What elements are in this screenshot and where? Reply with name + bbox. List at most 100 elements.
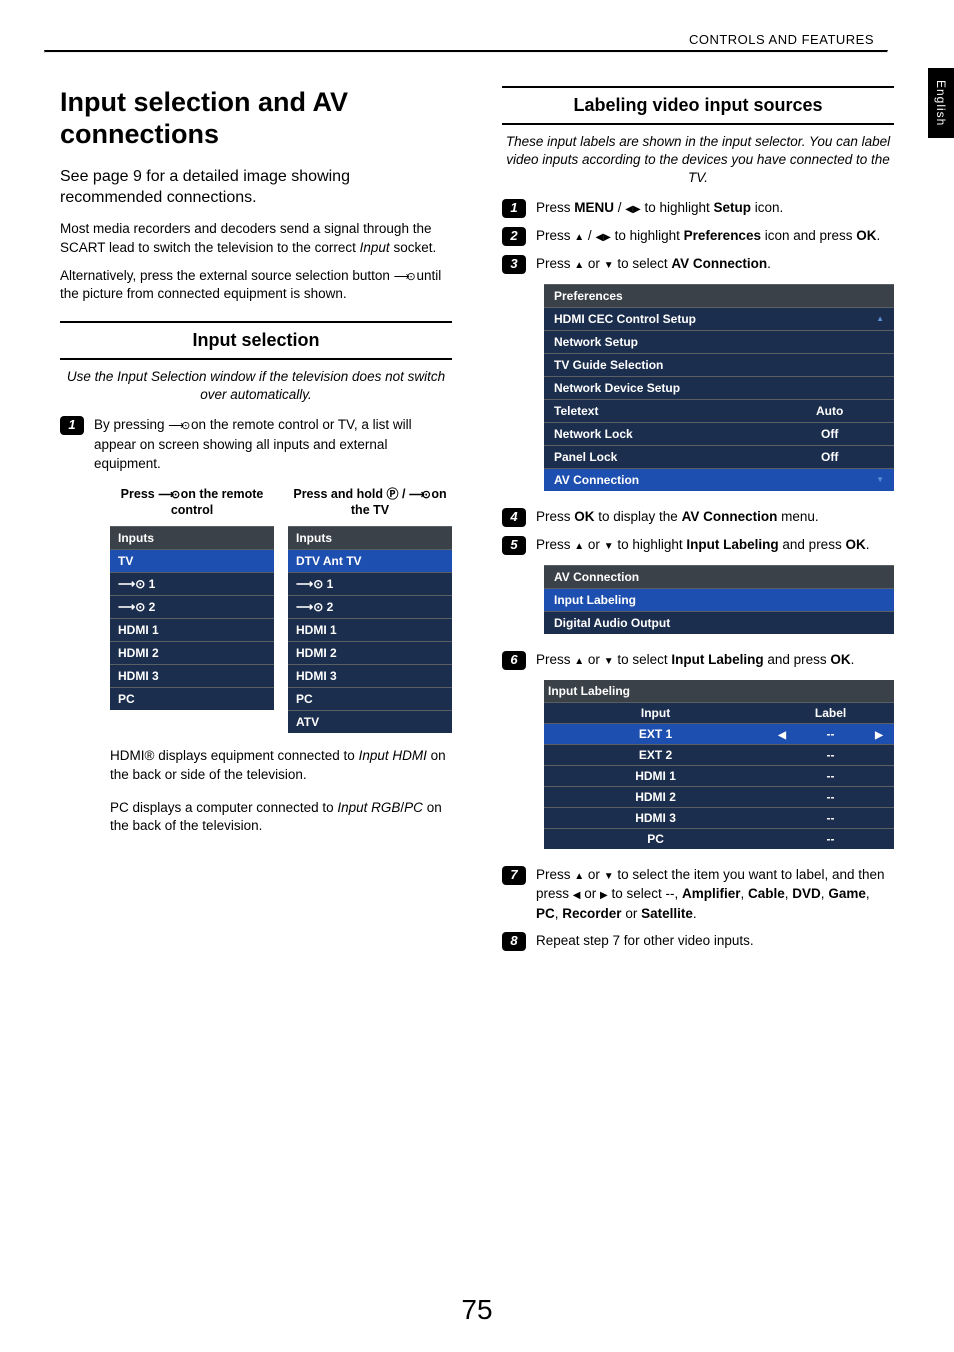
- table-row: TV: [110, 549, 274, 572]
- down-icon: [604, 865, 614, 885]
- right-icon: [600, 884, 608, 904]
- il-title: Input Labeling: [544, 680, 894, 703]
- il-col-input: Input: [544, 702, 767, 723]
- inputs-table-left: Inputs TV ⟶⊙ 1 ⟶⊙ 2 HDMI 1 HDMI 2 HDMI 3…: [110, 526, 274, 710]
- step-badge: 1: [60, 416, 84, 435]
- pref-title: Preferences: [544, 284, 894, 307]
- right-icon: [875, 727, 883, 741]
- right-step-2: 2 Press / to highlight Preferences icon …: [502, 226, 894, 246]
- inputs-table-right: Inputs DTV Ant TV ⟶⊙ 1 ⟶⊙ 2 HDMI 1 HDMI …: [288, 526, 452, 733]
- pref-row: HDMI CEC Control Setup: [544, 307, 793, 330]
- right-step-7: 7 Press or to select the item you want t…: [502, 865, 894, 924]
- down-icon: [604, 535, 614, 555]
- page-number: 75: [0, 1294, 954, 1326]
- header-rule: [44, 50, 888, 53]
- preferences-menu: Preferences HDMI CEC Control Setup▲ Netw…: [544, 284, 894, 491]
- left-column: Input selection and AV connections See p…: [60, 86, 452, 959]
- table-row: ⟶⊙ 2: [288, 595, 452, 618]
- step-badge: 8: [502, 932, 526, 951]
- p-icon: [386, 486, 398, 503]
- right-step-8: 8 Repeat step 7 for other video inputs.: [502, 931, 894, 951]
- left-icon: [625, 198, 633, 218]
- input-col-left: Press on the remote control Inputs TV ⟶⊙…: [110, 486, 274, 733]
- language-tab: English: [928, 68, 954, 138]
- step-badge: 5: [502, 536, 526, 555]
- il-row: HDMI 1: [544, 765, 767, 786]
- input-col-right: Press and hold / on the TV Inputs DTV An…: [288, 486, 452, 733]
- down-icon: [604, 254, 614, 274]
- step-text: Press or to select Input Labeling and pr…: [536, 650, 854, 670]
- input-selection-heading: Input selection: [60, 321, 452, 360]
- up-icon: [574, 226, 584, 246]
- text: Alternatively, press the external source…: [60, 268, 394, 283]
- left-icon: [778, 727, 786, 741]
- table-header: Inputs: [110, 526, 274, 549]
- para-alt-press: Alternatively, press the external source…: [60, 267, 452, 303]
- right-step-1: 1 Press MENU / to highlight Setup icon.: [502, 198, 894, 218]
- right-icon: [633, 198, 641, 218]
- input-tables: Press on the remote control Inputs TV ⟶⊙…: [110, 486, 452, 733]
- table-row: HDMI 2: [288, 641, 452, 664]
- step-text: By pressing on the remote control or TV,…: [94, 415, 452, 474]
- table-row: ⟶⊙ 2: [110, 595, 274, 618]
- up-icon: [574, 865, 584, 885]
- il-row: EXT 1: [544, 723, 767, 744]
- left-icon: [595, 226, 603, 246]
- note-hdmi: HDMI® displays equipment connected to In…: [110, 747, 452, 785]
- text: By pressing: [94, 417, 168, 432]
- right-column: Labeling video input sources These input…: [502, 86, 894, 959]
- right-step-6: 6 Press or to select Input Labeling and …: [502, 650, 894, 670]
- right-step-4: 4 Press OK to display the AV Connection …: [502, 507, 894, 527]
- right-icon: [603, 226, 611, 246]
- up-icon: [574, 650, 584, 670]
- table-row: PC: [110, 687, 274, 710]
- right-step-3: 3 Press or to select AV Connection.: [502, 254, 894, 274]
- source-icon: [158, 486, 177, 502]
- il-row: EXT 2: [544, 744, 767, 765]
- step-badge: 3: [502, 255, 526, 274]
- source-icon: [409, 486, 428, 502]
- left-step-1: 1 By pressing on the remote control or T…: [60, 415, 452, 474]
- header-section: CONTROLS AND FEATURES: [689, 32, 874, 47]
- table-row: HDMI 2: [110, 641, 274, 664]
- labeling-heading: Labeling video input sources: [502, 86, 894, 125]
- source-icon: [168, 415, 187, 435]
- table-row: HDMI 1: [110, 618, 274, 641]
- text-italic: Input: [360, 240, 390, 255]
- il-row: HDMI 3: [544, 807, 767, 828]
- av-connection-menu: AV Connection Input Labeling Digital Aud…: [544, 565, 894, 634]
- avc-row: Digital Audio Output: [544, 611, 894, 634]
- table-row: ⟶⊙ 1: [288, 572, 452, 595]
- labeling-desc: These input labels are shown in the inpu…: [502, 133, 894, 188]
- il-col-label: Label: [767, 702, 894, 723]
- source-icon: [394, 267, 413, 285]
- step-text: Press / to highlight Preferences icon an…: [536, 226, 880, 246]
- step-badge: 6: [502, 651, 526, 670]
- step-badge: 4: [502, 508, 526, 527]
- text: socket.: [390, 240, 437, 255]
- right-step-5: 5 Press or to highlight Input Labeling a…: [502, 535, 894, 555]
- table-row: DTV Ant TV: [288, 549, 452, 572]
- caption-remote: Press on the remote control: [110, 486, 274, 520]
- pref-row: Panel Lock: [544, 445, 793, 468]
- input-labeling-menu: Input Labeling InputLabel EXT 1-- EXT 2-…: [544, 680, 894, 849]
- table-row: HDMI 3: [110, 664, 274, 687]
- avc-title: AV Connection: [544, 565, 894, 588]
- pref-row: Network Setup: [544, 330, 793, 353]
- down-icon: [604, 650, 614, 670]
- para-media-recorders: Most media recorders and decoders send a…: [60, 220, 452, 256]
- step-badge: 1: [502, 199, 526, 218]
- table-row: ⟶⊙ 1: [110, 572, 274, 595]
- il-row: HDMI 2: [544, 786, 767, 807]
- pref-row: TV Guide Selection: [544, 353, 793, 376]
- step-text: Repeat step 7 for other video inputs.: [536, 931, 754, 951]
- up-icon: [574, 254, 584, 274]
- step-text: Press MENU / to highlight Setup icon.: [536, 198, 783, 218]
- avc-row-selected: Input Labeling: [544, 588, 894, 611]
- table-row: HDMI 3: [288, 664, 452, 687]
- step-badge: 7: [502, 866, 526, 885]
- note-pc: PC displays a computer connected to Inpu…: [110, 799, 452, 837]
- table-header: Inputs: [288, 526, 452, 549]
- step-text: Press or to select the item you want to …: [536, 865, 894, 924]
- input-selection-desc: Use the Input Selection window if the te…: [60, 368, 452, 404]
